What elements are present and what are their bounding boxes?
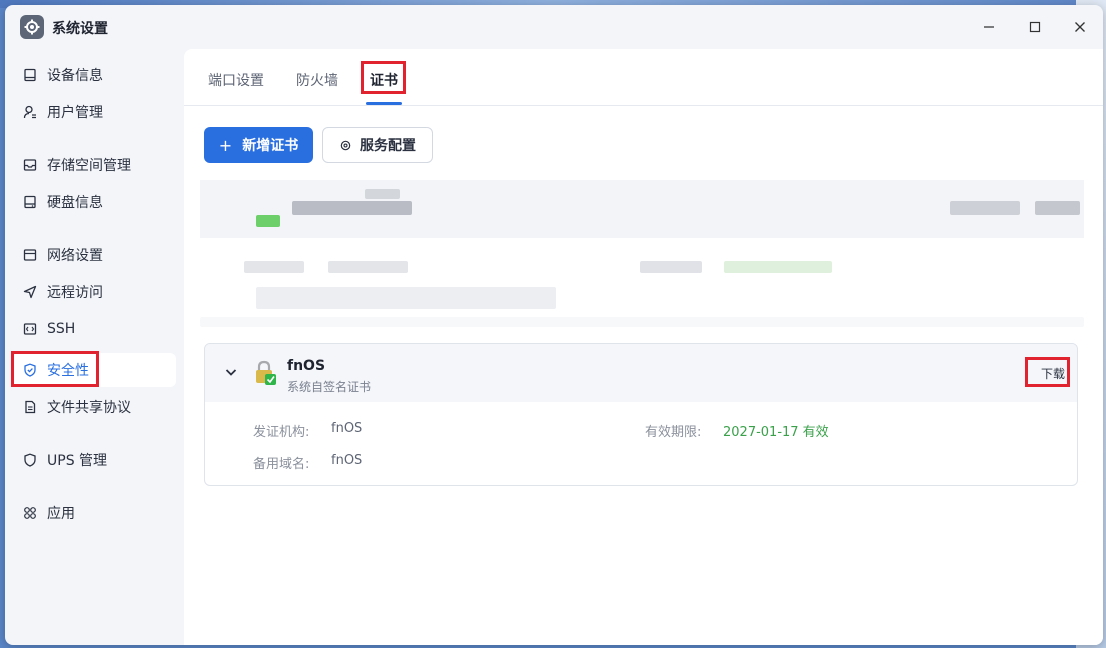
close-button[interactable] xyxy=(1066,15,1094,39)
sidebar-item-disk-info[interactable]: 硬盘信息 xyxy=(13,185,176,219)
user-icon xyxy=(22,104,38,120)
send-icon xyxy=(22,284,38,300)
sidebar-item-ssh[interactable]: SSH xyxy=(13,312,176,346)
redacted-label-1 xyxy=(244,261,304,273)
redacted-title-top xyxy=(365,189,400,199)
redacted-title xyxy=(292,201,412,215)
grid-icon xyxy=(22,505,38,521)
tab-certificate[interactable]: 证书 xyxy=(370,70,398,90)
service-config-button[interactable]: 服务配置 xyxy=(322,127,433,163)
issuer-label: 发证机构: xyxy=(253,425,310,440)
gear-icon xyxy=(339,139,352,152)
service-config-label: 服务配置 xyxy=(360,138,416,154)
redacted-label-2 xyxy=(640,261,702,273)
sidebar-item-label: 安全性 xyxy=(47,363,89,379)
add-certificate-label: 新增证书 xyxy=(242,138,299,154)
sidebar-item-label: 远程访问 xyxy=(47,285,103,301)
sidebar-item-label: 设备信息 xyxy=(47,68,103,84)
redacted-value-3 xyxy=(256,287,556,309)
validity-label: 有效期限: xyxy=(645,425,702,440)
sidebar: 设备信息 用户管理 存储空间管理 硬盘信息 网络设置 远程访问 SSH 安全性 xyxy=(5,49,184,645)
redacted-action-2 xyxy=(1035,201,1080,215)
certificate-subtitle: 系统自签名证书 xyxy=(287,380,372,394)
sidebar-item-remote-access[interactable]: 远程访问 xyxy=(13,275,176,309)
network-icon xyxy=(22,247,38,263)
code-icon xyxy=(22,321,38,337)
sidebar-item-user-management[interactable]: 用户管理 xyxy=(13,95,176,129)
sidebar-item-label: 用户管理 xyxy=(47,105,103,121)
settings-gear-icon xyxy=(20,15,44,39)
disk-icon xyxy=(22,194,38,210)
chevron-down-icon[interactable] xyxy=(223,364,239,380)
redacted-footer xyxy=(200,317,1084,327)
add-certificate-button[interactable]: + 新增证书 xyxy=(204,127,313,163)
alt-name-value: fnOS xyxy=(331,453,363,468)
sidebar-item-label: 应用 xyxy=(47,506,75,522)
certificate-name: fnOS xyxy=(287,358,326,374)
sidebar-item-security[interactable]: 安全性 xyxy=(13,353,176,387)
alt-name-label: 备用域名: xyxy=(253,457,310,472)
redacted-value-2 xyxy=(724,261,832,273)
shield-outline-icon xyxy=(22,452,38,468)
sidebar-item-label: UPS 管理 xyxy=(47,453,108,469)
sidebar-item-label: 文件共享协议 xyxy=(47,400,131,416)
sidebar-item-label: 网络设置 xyxy=(47,248,103,264)
main-panel: 端口设置 防火墙 证书 + 新增证书 服务配置 fnOS 系统自签名证书 下载 … xyxy=(184,49,1103,645)
active-tab-indicator xyxy=(366,102,402,105)
lock-verified-icon xyxy=(253,360,277,386)
tab-firewall[interactable]: 防火墙 xyxy=(296,70,338,90)
sidebar-item-ups[interactable]: UPS 管理 xyxy=(13,443,176,477)
shield-icon xyxy=(22,362,38,378)
monitor-icon xyxy=(22,67,38,83)
settings-window: 系统设置 设备信息 用户管理 存储空间管理 硬盘信息 网络设置 远程访问 SSH… xyxy=(5,5,1103,645)
minimize-button[interactable] xyxy=(975,15,1003,39)
sidebar-item-network[interactable]: 网络设置 xyxy=(13,238,176,272)
redacted-action xyxy=(950,201,1020,215)
document-icon xyxy=(22,399,38,415)
validity-value: 2027-01-17 有效 xyxy=(723,425,829,440)
sidebar-item-device-info[interactable]: 设备信息 xyxy=(13,58,176,92)
redacted-certificate-entry xyxy=(200,177,1084,331)
maximize-button[interactable] xyxy=(1021,15,1049,39)
window-title: 系统设置 xyxy=(52,21,108,37)
tab-bar: 端口设置 防火墙 证书 xyxy=(184,49,1103,106)
issuer-value: fnOS xyxy=(331,421,363,436)
certificate-card-header[interactable]: fnOS 系统自签名证书 下载 xyxy=(205,344,1077,402)
title-bar: 系统设置 xyxy=(5,5,1103,49)
certificate-card: fnOS 系统自签名证书 下载 发证机构: fnOS 有效期限: 2027-01… xyxy=(204,343,1078,486)
redacted-value-1 xyxy=(328,261,408,273)
download-button[interactable]: 下载 xyxy=(1041,365,1065,382)
redacted-status xyxy=(256,215,280,227)
sidebar-item-apps[interactable]: 应用 xyxy=(13,496,176,530)
sidebar-item-file-sharing[interactable]: 文件共享协议 xyxy=(13,390,176,424)
sidebar-item-label: 硬盘信息 xyxy=(47,195,103,211)
sidebar-item-label: 存储空间管理 xyxy=(47,158,131,174)
plus-icon: + xyxy=(218,135,233,155)
sidebar-item-label: SSH xyxy=(47,321,76,337)
storage-icon xyxy=(22,157,38,173)
tab-port-settings[interactable]: 端口设置 xyxy=(208,70,264,90)
sidebar-item-storage[interactable]: 存储空间管理 xyxy=(13,148,176,182)
